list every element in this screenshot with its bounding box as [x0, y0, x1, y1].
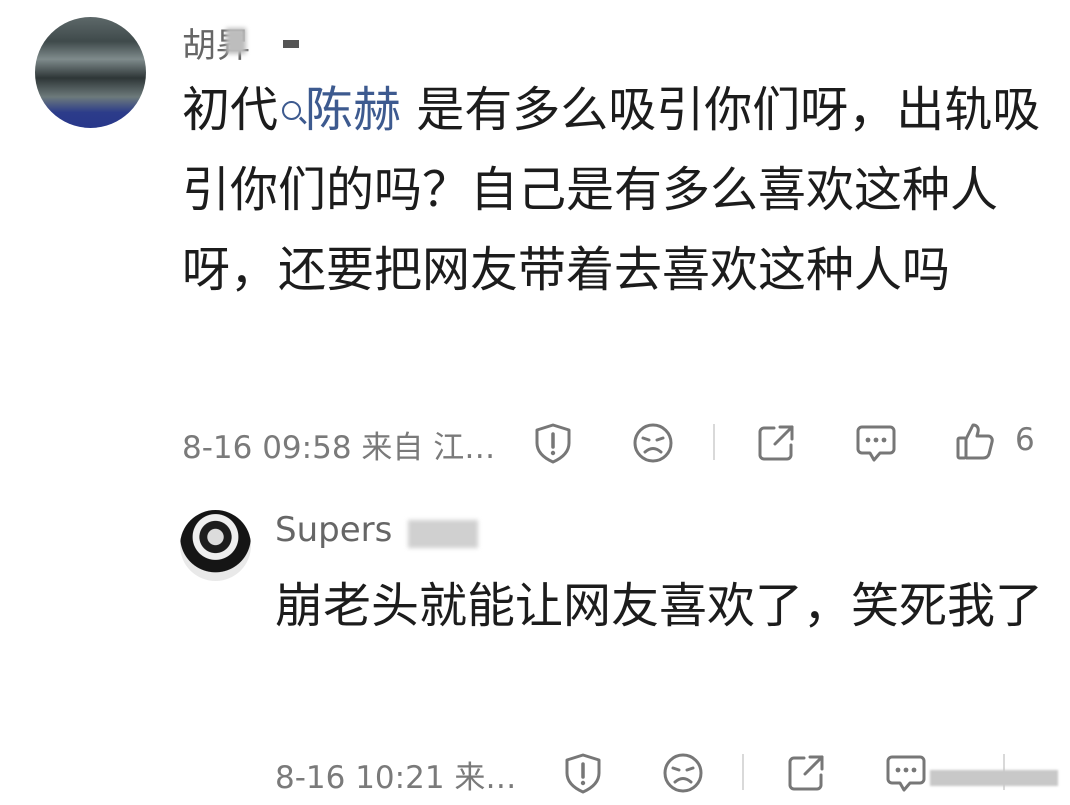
reply-icon[interactable]: [854, 421, 898, 465]
search-icon: [282, 100, 302, 120]
username-redaction: [226, 28, 246, 54]
divider: [713, 424, 715, 460]
comment-meta-time: 8-16 09:58 来自 江…: [182, 430, 496, 466]
avatar[interactable]: [180, 510, 251, 581]
like-count: 6: [1015, 422, 1035, 458]
divider: [742, 754, 744, 790]
reply-username[interactable]: Supers: [275, 510, 392, 550]
mention-label: 陈赫: [305, 82, 402, 138]
reply-meta-time: 8-16 10:21 来…: [275, 760, 517, 796]
reply-icon[interactable]: [884, 751, 928, 795]
report-icon[interactable]: [531, 421, 575, 465]
report-icon[interactable]: [561, 751, 605, 795]
like-icon[interactable]: [953, 419, 997, 463]
watermark: [930, 770, 1058, 786]
reply-text: 崩老头就能让网友喜欢了，笑死我了: [275, 578, 1044, 634]
mention-link[interactable]: 陈赫: [278, 82, 401, 138]
username-redaction: [408, 520, 478, 548]
comment-text-prefix: 初代: [182, 82, 279, 138]
avatar[interactable]: [35, 17, 146, 128]
share-icon[interactable]: [754, 421, 798, 465]
dislike-face-icon[interactable]: [661, 751, 705, 795]
share-icon[interactable]: [784, 751, 828, 795]
dislike-face-icon[interactable]: [631, 421, 675, 465]
username-redaction: [283, 40, 299, 48]
comment-text: 初代 陈赫 是有多么吸引你们呀，出轨吸引你们的吗？自己是有多么喜欢这种人呀，还要把…: [182, 70, 1042, 310]
